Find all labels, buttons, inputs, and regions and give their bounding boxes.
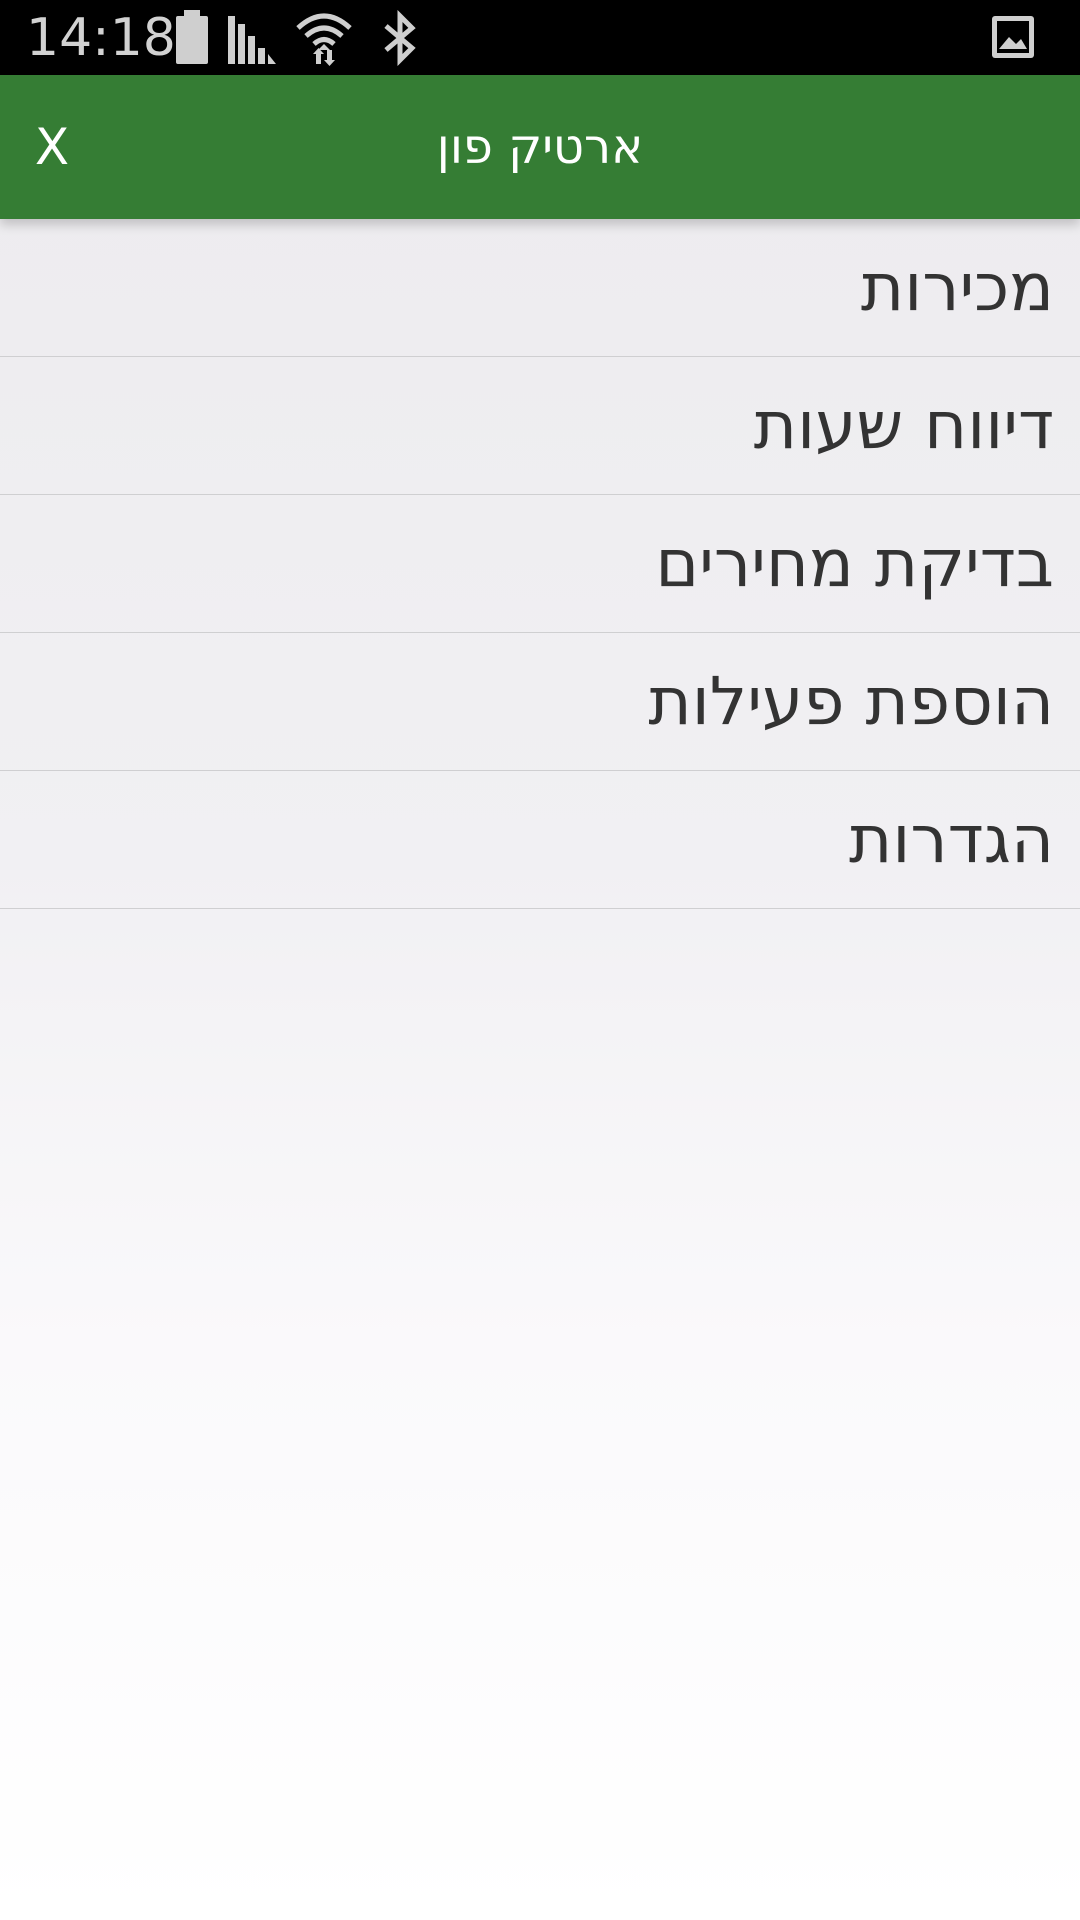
- status-bar: 14:18: [0, 0, 1080, 75]
- menu-item-label: הוספת פעילות: [648, 663, 1054, 740]
- wifi-icon: [294, 10, 354, 66]
- menu-item-sales[interactable]: מכירות: [0, 219, 1080, 357]
- menu-list: מכירות דיווח שעות בדיקת מחירים הוספת פעי…: [0, 219, 1080, 909]
- close-button[interactable]: X: [16, 99, 88, 195]
- app-title: ארטיק פון: [436, 119, 644, 175]
- bluetooth-icon: [378, 10, 422, 66]
- menu-item-hours-report[interactable]: דיווח שעות: [0, 357, 1080, 495]
- menu-item-label: מכירות: [860, 249, 1054, 326]
- menu-item-price-check[interactable]: בדיקת מחירים: [0, 495, 1080, 633]
- image-notify-icon: [990, 14, 1036, 70]
- status-time: 14:18: [26, 8, 176, 68]
- menu-item-label: דיווח שעות: [753, 387, 1054, 464]
- app-bar: ארטיק פון X: [0, 75, 1080, 219]
- signal-icon: [226, 10, 278, 66]
- menu-item-label: בדיקת מחירים: [655, 525, 1054, 602]
- battery-icon: [174, 10, 210, 66]
- menu-item-add-activity[interactable]: הוספת פעילות: [0, 633, 1080, 771]
- menu-item-label: הגדרות: [849, 801, 1054, 878]
- menu-item-settings[interactable]: הגדרות: [0, 771, 1080, 909]
